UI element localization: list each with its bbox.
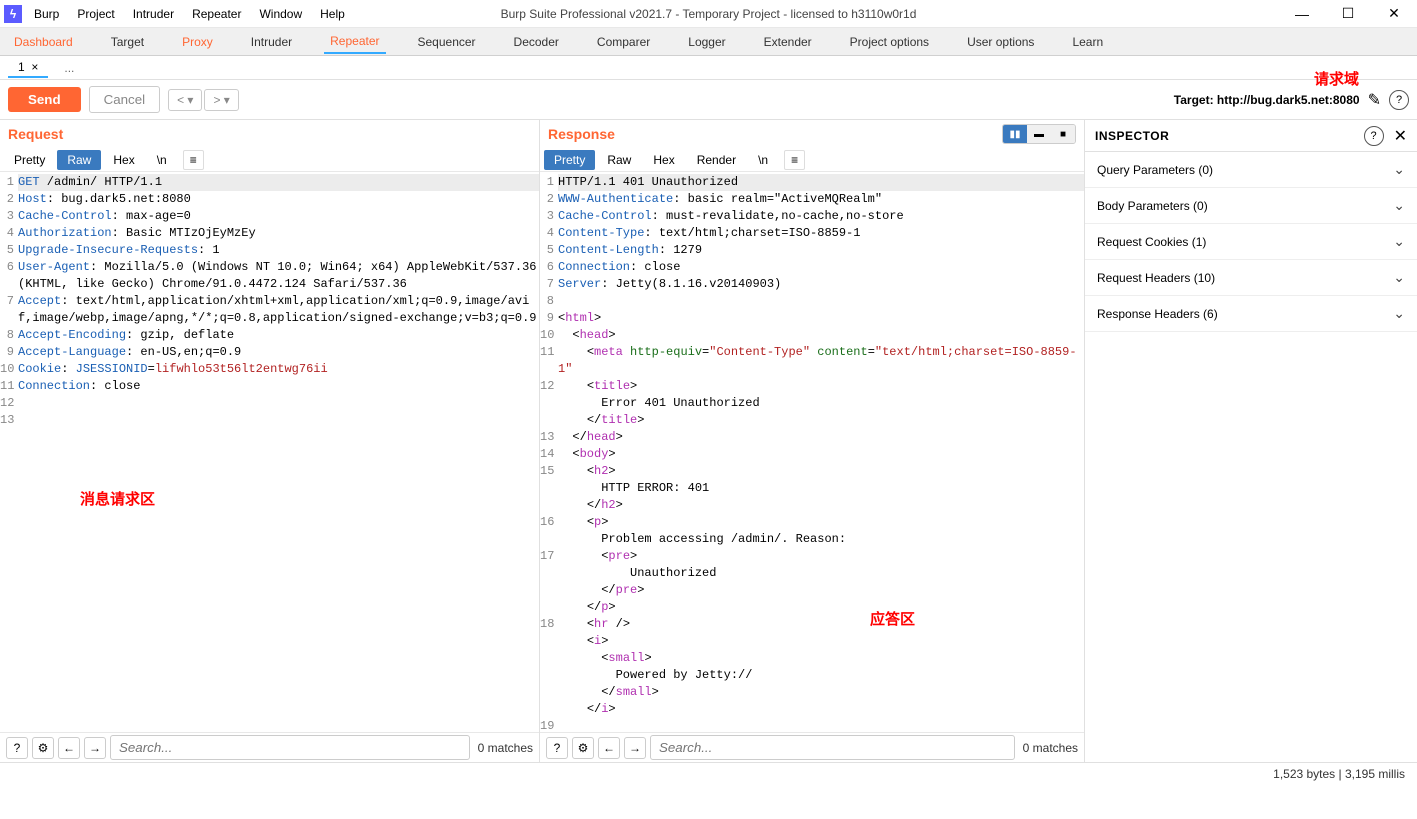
request-title: Request — [8, 126, 63, 142]
inspector-row[interactable]: Response Headers (6)⌄ — [1085, 296, 1417, 332]
view-menu-icon[interactable]: ≡ — [183, 150, 204, 170]
annotation-msg-area: 消息请求区 — [80, 492, 155, 509]
layout-single-icon[interactable]: ■ — [1051, 125, 1075, 143]
inspector-help-icon[interactable]: ? — [1364, 126, 1384, 146]
tab-sequencer[interactable]: Sequencer — [412, 31, 482, 53]
search-prev-icon[interactable]: ← — [598, 737, 620, 759]
request-panel: Request PrettyRawHex\n ≡ 消息请求区 1GET /admi… — [0, 120, 540, 762]
request-search-bar: ? ⚙ ← → 0 matches — [0, 732, 539, 762]
response-search-bar: ? ⚙ ← → 0 matches — [540, 732, 1084, 762]
menu-repeater[interactable]: Repeater — [192, 7, 241, 21]
tab-decoder[interactable]: Decoder — [508, 31, 565, 53]
target-label: Target: http://bug.dark5.net:8080 — [1174, 93, 1360, 107]
response-view-tabs: PrettyRawHexRender\n ≡ — [540, 148, 1084, 172]
history-forward-button[interactable]: > ▾ — [204, 89, 238, 111]
menu-intruder[interactable]: Intruder — [133, 7, 174, 21]
search-gear-icon[interactable]: ⚙ — [572, 737, 594, 759]
response-title: Response — [548, 126, 615, 142]
inspector-row[interactable]: Body Parameters (0)⌄ — [1085, 188, 1417, 224]
viewtab-n[interactable]: \n — [147, 150, 177, 170]
inspector-close-icon[interactable]: ✕ — [1394, 126, 1407, 146]
close-button[interactable]: ✕ — [1371, 0, 1417, 28]
viewtab-hex[interactable]: Hex — [103, 150, 144, 170]
tab-extender[interactable]: Extender — [758, 31, 818, 53]
app-logo: ϟ — [4, 5, 22, 23]
tab-dashboard[interactable]: Dashboard — [8, 31, 79, 53]
layout-columns-icon[interactable]: ▮▮ — [1003, 125, 1027, 143]
menu-window[interactable]: Window — [259, 7, 302, 21]
tab-proxy[interactable]: Proxy — [176, 31, 219, 53]
tab-learn[interactable]: Learn — [1066, 31, 1109, 53]
request-editor[interactable]: 消息请求区 1GET /admin/ HTTP/1.12Host: bug.da… — [0, 172, 539, 732]
menu-help[interactable]: Help — [320, 7, 345, 21]
edit-target-icon[interactable]: ✎ — [1368, 90, 1381, 110]
response-panel: Response ▮▮ ▬ ■ PrettyRawHexRender\n ≡ 应答… — [540, 120, 1085, 762]
repeater-tab-1[interactable]: 1 × — [8, 58, 48, 78]
response-match-count: 0 matches — [1019, 741, 1078, 755]
tab-user-options[interactable]: User options — [961, 31, 1040, 53]
layout-rows-icon[interactable]: ▬ — [1027, 125, 1051, 143]
titlebar: ϟ BurpProjectIntruderRepeaterWindowHelp … — [0, 0, 1417, 28]
inspector-row[interactable]: Query Parameters (0)⌄ — [1085, 152, 1417, 188]
window-controls: — ☐ ✕ — [1279, 0, 1417, 28]
inspector-panel: INSPECTOR ? ✕ Query Parameters (0)⌄Body … — [1085, 120, 1417, 762]
inspector-row[interactable]: Request Cookies (1)⌄ — [1085, 224, 1417, 260]
chevron-down-icon: ⌄ — [1393, 269, 1405, 286]
viewtab-pretty[interactable]: Pretty — [544, 150, 595, 170]
status-bar: 1,523 bytes | 3,195 millis — [0, 763, 1417, 785]
main-tabs: Dashboard Target Proxy Intruder Repeater Sequ… — [0, 28, 1417, 56]
chevron-down-icon: ⌄ — [1393, 197, 1405, 214]
menu-burp[interactable]: Burp — [34, 7, 59, 21]
viewtab-hex[interactable]: Hex — [643, 150, 684, 170]
inspector-header: INSPECTOR ? ✕ — [1085, 120, 1417, 152]
chevron-down-icon: ⌄ — [1393, 233, 1405, 250]
view-menu-icon[interactable]: ≡ — [784, 150, 805, 170]
search-help-icon[interactable]: ? — [546, 737, 568, 759]
response-editor[interactable]: 应答区 1HTTP/1.1 401 Unauthorized2WWW-Authe… — [540, 172, 1084, 732]
layout-toggle[interactable]: ▮▮ ▬ ■ — [1002, 124, 1076, 144]
tab-project-options[interactable]: Project options — [844, 31, 935, 53]
help-icon[interactable]: ? — [1389, 90, 1409, 110]
search-next-icon[interactable]: → — [624, 737, 646, 759]
viewtab-raw[interactable]: Raw — [57, 150, 101, 170]
history-back-button[interactable]: < ▾ — [168, 89, 202, 111]
search-next-icon[interactable]: → — [84, 737, 106, 759]
window-title: Burp Suite Professional v2021.7 - Tempor… — [501, 7, 917, 21]
viewtab-pretty[interactable]: Pretty — [4, 150, 55, 170]
tab-logger[interactable]: Logger — [682, 31, 731, 53]
inspector-row[interactable]: Request Headers (10)⌄ — [1085, 260, 1417, 296]
add-tab-button[interactable]: ... — [64, 61, 74, 75]
chevron-down-icon: ⌄ — [1393, 305, 1405, 322]
menubar: Burp Project Intruder Repeater Window Help — [30, 7, 345, 21]
inspector-title: INSPECTOR — [1095, 129, 1169, 143]
request-match-count: 0 matches — [474, 741, 533, 755]
content-row: Request PrettyRawHex\n≡ 消息请求区 1GET /admi… — [0, 120, 1417, 763]
close-tab-icon[interactable]: × — [31, 60, 38, 74]
tab-repeater[interactable]: Repeater — [324, 30, 385, 54]
response-search-input[interactable] — [650, 735, 1015, 760]
menu-project[interactable]: Project — [77, 7, 114, 21]
request-view-tabs: PrettyRawHex\n ≡ — [0, 148, 539, 172]
search-gear-icon[interactable]: ⚙ — [32, 737, 54, 759]
cancel-button[interactable]: Cancel — [89, 86, 161, 113]
repeater-sub-tabs: 1 × ... — [0, 56, 1417, 80]
status-text: 1,523 bytes | 3,195 millis — [1273, 767, 1405, 781]
minimize-button[interactable]: — — [1279, 0, 1325, 28]
repeater-toolbar: Send Cancel < ▾ > ▾ 请求域 Target: http://b… — [0, 80, 1417, 120]
viewtab-render[interactable]: Render — [687, 150, 746, 170]
tab-target[interactable]: Target — [105, 31, 150, 53]
tab-intruder[interactable]: Intruder — [245, 31, 298, 53]
search-prev-icon[interactable]: ← — [58, 737, 80, 759]
send-button[interactable]: Send — [8, 87, 81, 112]
viewtab-n[interactable]: \n — [748, 150, 778, 170]
search-help-icon[interactable]: ? — [6, 737, 28, 759]
chevron-down-icon: ⌄ — [1393, 161, 1405, 178]
request-search-input[interactable] — [110, 735, 470, 760]
maximize-button[interactable]: ☐ — [1325, 0, 1371, 28]
tab-comparer[interactable]: Comparer — [591, 31, 656, 53]
viewtab-raw[interactable]: Raw — [597, 150, 641, 170]
